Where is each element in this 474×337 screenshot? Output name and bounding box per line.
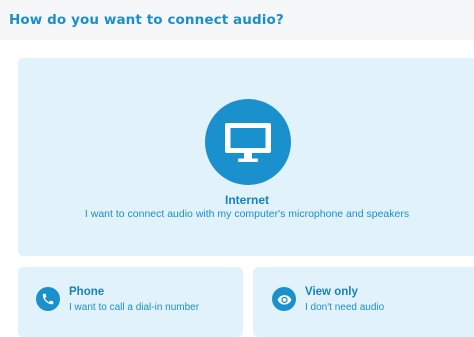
phone-option-description: I want to call a dial-in number	[69, 302, 200, 313]
phone-icon-circle	[36, 287, 60, 311]
phone-option-card[interactable]: Phone I want to call a dial-in number	[18, 267, 243, 337]
phone-icon	[42, 293, 54, 305]
dialog-header: How do you want to connect audio?	[0, 0, 474, 40]
monitor-icon	[225, 123, 271, 162]
internet-icon-circle	[205, 99, 291, 185]
view-only-option-description: I don't need audio	[305, 302, 385, 313]
view-only-option-card[interactable]: View only I don't need audio	[253, 267, 474, 337]
eye-icon	[277, 294, 291, 304]
dialog-title: How do you want to connect audio?	[9, 12, 284, 28]
internet-option-description: I want to connect audio with my computer…	[84, 208, 410, 220]
internet-option-card[interactable]: Internet I want to connect audio with my…	[18, 58, 474, 256]
internet-option-title: Internet	[224, 193, 269, 207]
view-only-option-title: View only	[305, 286, 358, 298]
phone-option-title: Phone	[69, 286, 105, 298]
eye-icon-circle	[272, 287, 296, 311]
